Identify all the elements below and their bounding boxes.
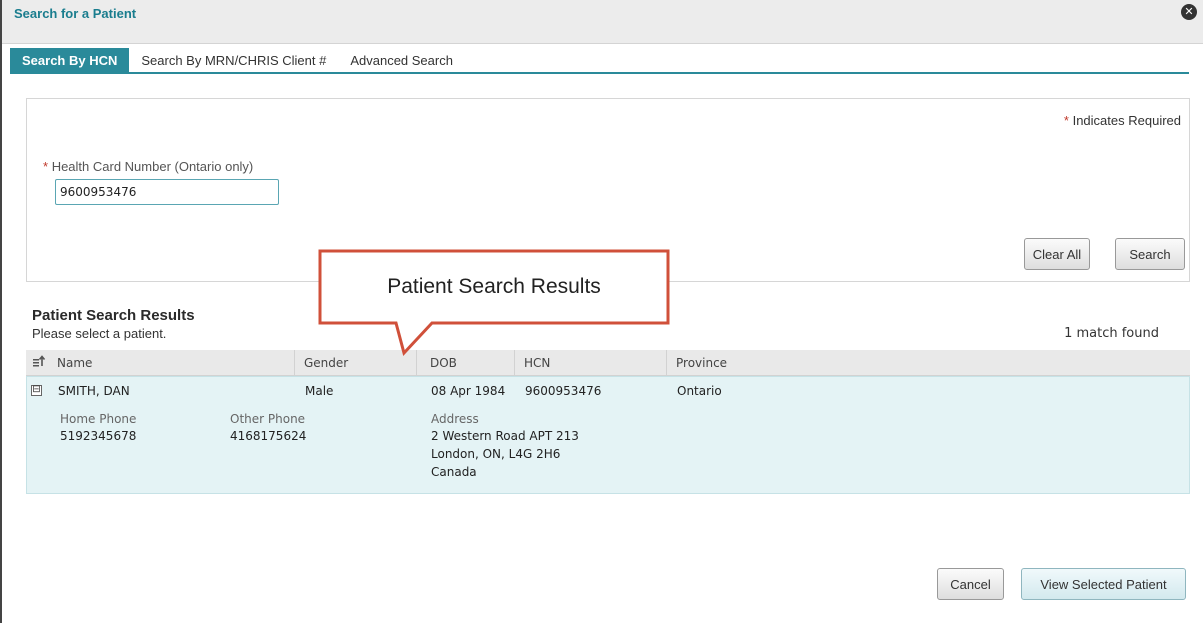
address-line-2: London, ON, L4G 2H6 [431, 447, 561, 461]
table-row[interactable]: ⊟ SMITH, DAN Male 08 Apr 1984 9600953476… [26, 376, 1190, 494]
patient-search-dialog: Search for a Patient ✕ Search By HCN Sea… [0, 0, 1203, 623]
required-note-text: Indicates Required [1072, 113, 1181, 128]
results-subtitle: Please select a patient. [32, 326, 167, 341]
required-star: * [43, 159, 49, 174]
results-title: Patient Search Results [32, 307, 195, 324]
dialog-title: Search for a Patient [14, 6, 137, 21]
column-header-gender[interactable]: Gender [304, 356, 348, 370]
hcn-label-text: Health Card Number (Ontario only) [51, 159, 254, 174]
column-header-name[interactable]: Name [57, 356, 92, 370]
dialog-titlebar: Search for a Patient ✕ [2, 0, 1203, 44]
clear-all-button[interactable]: Clear All [1024, 238, 1090, 270]
other-phone-value: 4168175624 [230, 429, 307, 443]
home-phone-value: 5192345678 [60, 429, 137, 443]
search-tabs: Search By HCN Search By MRN/CHRIS Client… [10, 48, 465, 73]
patient-gender: Male [305, 384, 334, 398]
hcn-field-label: * Health Card Number (Ontario only) [43, 159, 253, 174]
column-header-hcn[interactable]: HCN [524, 356, 550, 370]
column-header-dob[interactable]: DOB [430, 356, 457, 370]
search-form-panel: * Indicates Required * Health Card Numbe… [26, 98, 1190, 282]
patient-name: SMITH, DAN [58, 384, 130, 398]
patient-province: Ontario [677, 384, 722, 398]
tab-search-by-hcn[interactable]: Search By HCN [10, 48, 130, 73]
address-line-1: 2 Western Road APT 213 [431, 429, 579, 443]
match-count: 1 match found [1064, 326, 1159, 341]
hcn-input[interactable] [55, 179, 279, 205]
sort-icon[interactable] [32, 354, 46, 371]
cancel-button[interactable]: Cancel [937, 568, 1004, 600]
other-phone-label: Other Phone [230, 412, 306, 426]
patient-dob: 08 Apr 1984 [431, 384, 506, 398]
address-line-3: Canada [431, 465, 477, 479]
tabs-underline [10, 72, 1189, 74]
column-separator [514, 350, 515, 376]
collapse-icon[interactable]: ⊟ [31, 385, 42, 396]
address-label: Address [431, 412, 479, 426]
tab-advanced-search[interactable]: Advanced Search [338, 48, 465, 73]
required-note: * Indicates Required [1064, 113, 1181, 128]
search-button[interactable]: Search [1115, 238, 1185, 270]
patient-hcn: 9600953476 [525, 384, 602, 398]
column-separator [416, 350, 417, 376]
column-separator [294, 350, 295, 376]
home-phone-label: Home Phone [60, 412, 137, 426]
column-header-province[interactable]: Province [676, 356, 727, 370]
tab-search-by-mrn[interactable]: Search By MRN/CHRIS Client # [129, 48, 338, 73]
close-icon[interactable]: ✕ [1181, 4, 1197, 20]
column-separator [666, 350, 667, 376]
results-grid-header: Name Gender DOB HCN Province [26, 350, 1190, 376]
view-selected-patient-button[interactable]: View Selected Patient [1021, 568, 1186, 600]
required-star: * [1063, 113, 1069, 128]
